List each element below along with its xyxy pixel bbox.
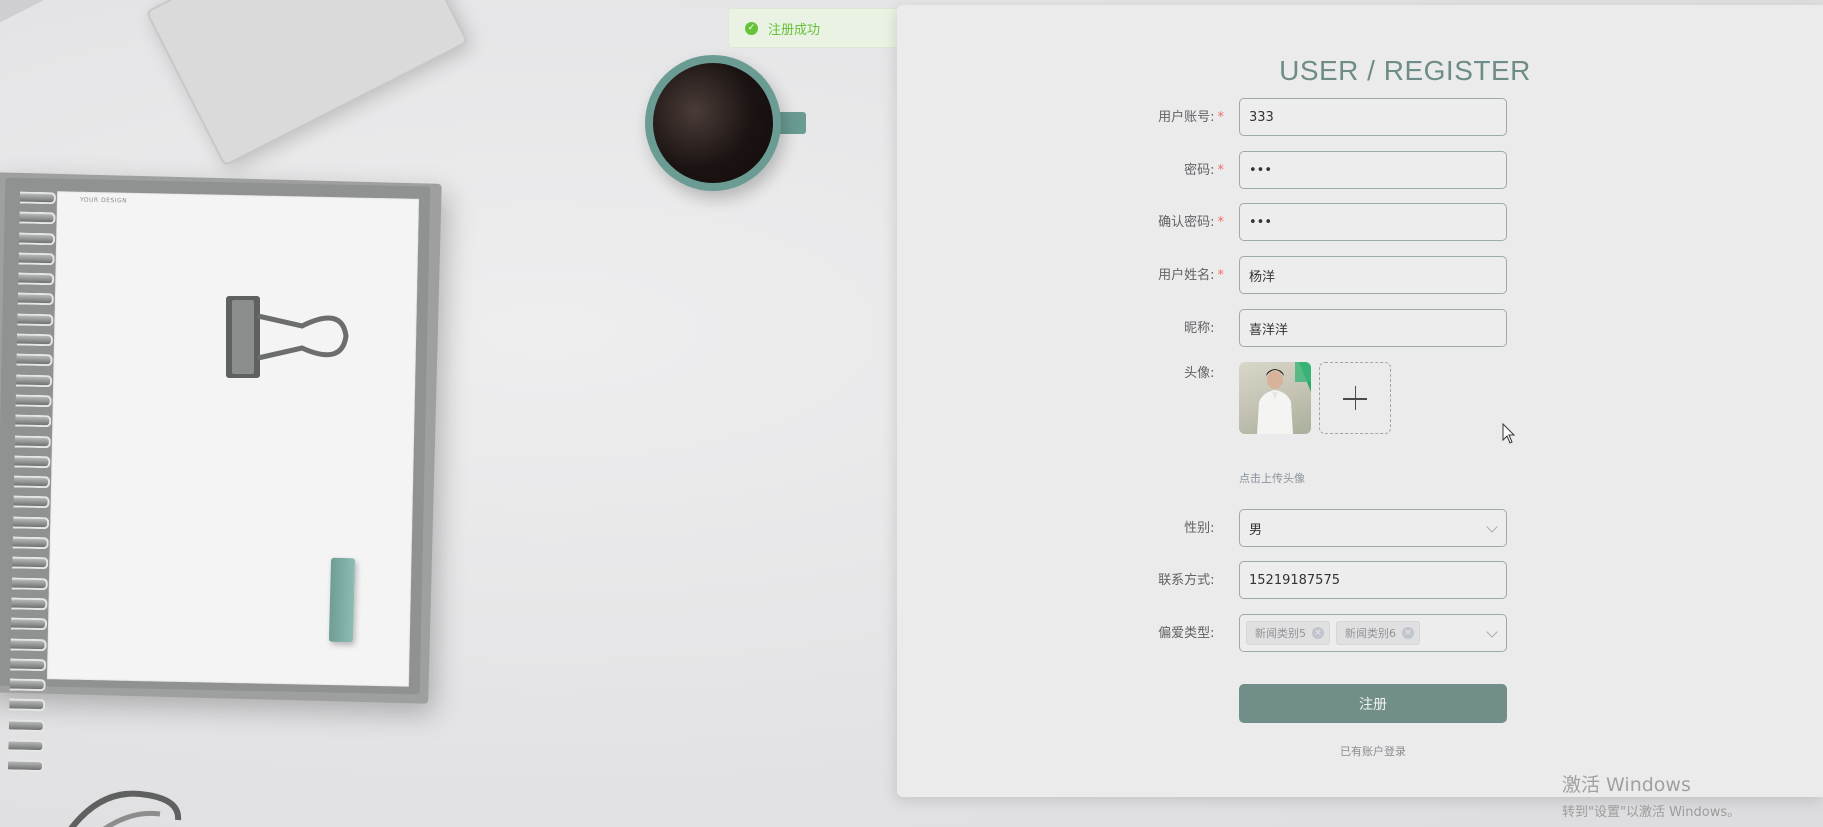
paper-clip-icon [68,790,182,827]
account-input[interactable]: 333 [1239,98,1507,136]
mouse-cursor-icon [1502,423,1516,444]
notebook-spiral [7,191,68,773]
windows-activation-watermark: 激活 Windows 转到"设置"以激活 Windows。 [1562,770,1740,820]
login-link[interactable]: 已有账户登录 [1239,743,1507,759]
confirm-password-label: 确认密码: * [1158,215,1224,230]
register-button[interactable]: 注册 [1239,684,1507,723]
nickname-label: 昵称:* [1184,321,1215,336]
watermark-line-2: 转到"设置"以激活 Windows。 [1562,805,1741,820]
real-name-input[interactable]: 杨洋 [1239,256,1507,294]
phone-input[interactable]: 15219187575 [1239,561,1507,599]
gender-label: 性别:* [1184,521,1215,536]
preference-multi-select[interactable]: 新闻类别5 × 新闻类别6 × [1239,614,1507,652]
form-row-account: 用户账号: * 333 [897,98,1823,138]
form-row-confirm-password: 确认密码: * ••• [897,203,1823,243]
form-row-gender: 性别:* 男 [897,509,1823,549]
password-input[interactable]: ••• [1239,151,1507,189]
notebook-page [46,191,420,687]
eraser-decoration [328,557,356,643]
upload-avatar-button[interactable] [1319,362,1391,434]
close-icon[interactable]: × [1312,627,1324,639]
form-row-preference: 偏爱类型:* 新闻类别5 × 新闻类别6 × [897,614,1823,654]
coffee-cup-icon [645,55,781,191]
form-row-avatar-hint: 点击上传头像 [897,470,1823,486]
form-row-avatar: 头像:* [897,362,1823,437]
tablet-decoration [145,0,469,167]
nickname-input[interactable]: 喜洋洋 [1239,309,1507,347]
confirm-password-input[interactable]: ••• [1239,203,1507,241]
form-row-password: 密码: * ••• [897,151,1823,191]
form-row-phone: 联系方式:* 15219187575 [897,561,1823,601]
account-label: 用户账号: * [1158,110,1224,125]
avatar-preview-image[interactable] [1239,362,1311,434]
real-name-label: 用户姓名: * [1158,268,1224,283]
chevron-down-icon [1486,521,1498,533]
binder-clip-icon [226,296,349,378]
preference-tag: 新闻类别6 × [1336,621,1420,645]
avatar-label: 头像:* [1184,366,1215,381]
tablet-corner-decoration [0,0,45,36]
avatar-upload-area [1239,362,1391,434]
check-circle-icon: ✓ [745,21,758,35]
form-row-real-name: 用户姓名: * 杨洋 [897,256,1823,296]
gender-select-value: 男 [1249,522,1263,538]
gender-select[interactable]: 男 [1239,509,1507,547]
chevron-down-icon [1486,626,1498,638]
form-row-nickname: 昵称:* 喜洋洋 [897,309,1823,349]
avatar-upload-hint: 点击上传头像 [1239,472,1305,485]
form-row-submit: 注册 [897,684,1823,724]
notebook-text: YOUR DESIGN [79,196,128,205]
page-title: USER / REGISTER [1279,55,1531,86]
preference-label: 偏爱类型:* [1158,626,1215,641]
watermark-line-1: 激活 Windows [1562,774,1691,796]
cup-handle [778,112,806,134]
register-panel: USER / REGISTER 用户账号: * 333 密码: * ••• 确认密码… [897,5,1823,797]
password-label: 密码: * [1184,163,1224,178]
toast-message: 注册成功 [768,22,821,38]
preference-tag: 新闻类别5 × [1246,621,1330,645]
phone-label: 联系方式:* [1158,573,1215,588]
close-icon[interactable]: × [1402,627,1414,639]
